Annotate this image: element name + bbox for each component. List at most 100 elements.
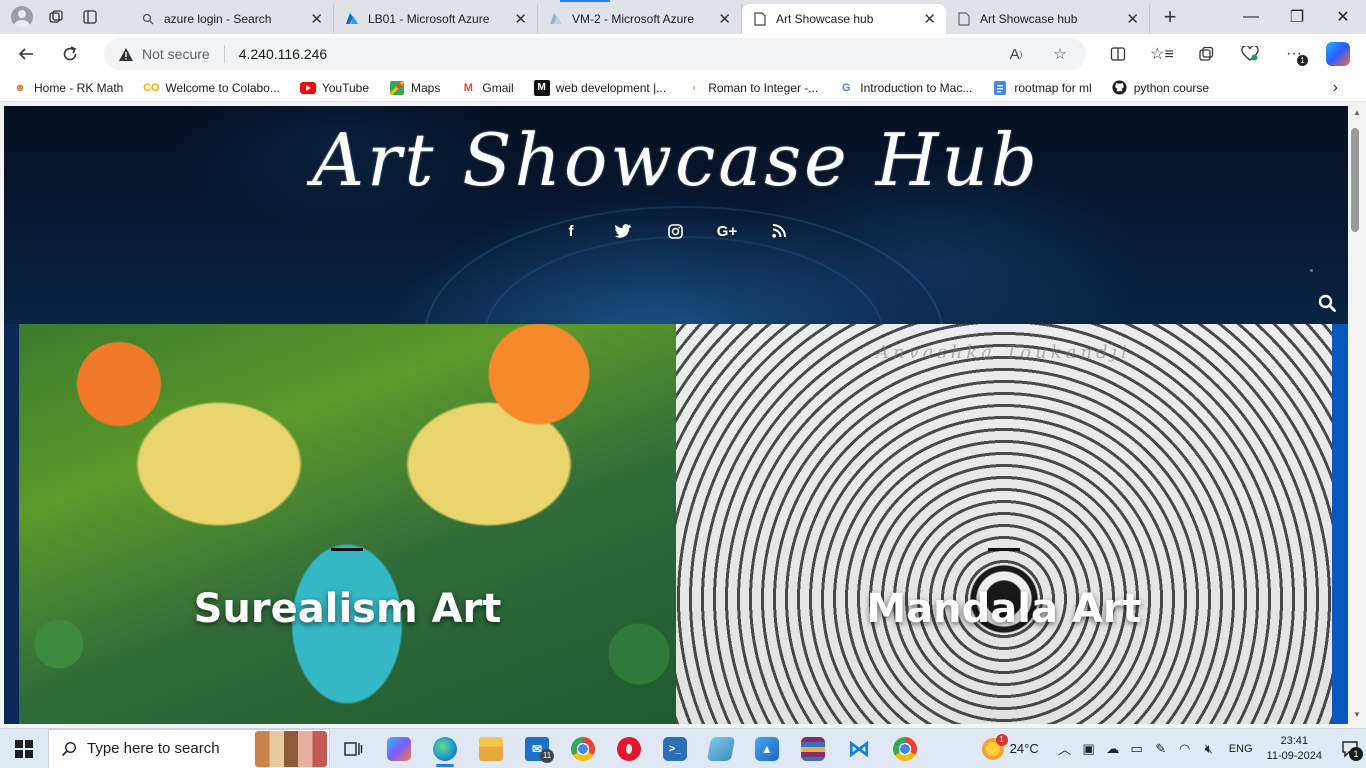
card-surealism-art[interactable]: Surealism Art [19,324,676,724]
bookmark-python-course[interactable]: python course [1112,80,1209,96]
minimize-button[interactable]: — [1228,0,1274,34]
search-highlight-image[interactable] [255,730,327,767]
close-window-button[interactable]: ✕ [1320,0,1366,34]
bookmark-label: rootmap for ml [1014,80,1092,95]
card-mandala-art[interactable]: Anvashka Toukandji Mandala Art [676,324,1332,724]
start-button[interactable] [0,729,48,768]
url-text[interactable]: 4.240.116.246 [239,46,984,62]
google-plus-icon[interactable]: G+ [716,220,738,242]
favorite-star-icon[interactable]: ☆ [1048,42,1072,66]
taskbar-search[interactable]: Type here to search [48,728,330,768]
bookmarks-overflow-chevron-icon[interactable]: › [1333,79,1338,97]
bookmark-introduction-to-ml[interactable]: G Introduction to Mac... [838,80,972,96]
collections-button[interactable] [1186,38,1226,70]
tab-title: Art Showcase hub [776,12,874,26]
bookmark-youtube[interactable]: YouTube [299,80,369,96]
tab-azure-login-search[interactable]: azure login - Search ✕ [130,4,334,34]
task-view-button[interactable] [330,729,376,768]
weather-widget[interactable]: 1 24°C [981,733,1039,760]
tab-strip-left-controls [0,3,130,31]
clock[interactable]: 23:41 11-09-2024 [1267,734,1322,764]
twitter-icon[interactable] [612,220,634,242]
site-title[interactable]: Art Showcase Hub [4,118,1348,202]
scroll-up-arrow-icon[interactable]: ▲ [1352,108,1362,118]
new-tab-button[interactable]: + [1150,4,1190,30]
weather-alert-badge: 1 [995,733,1008,746]
tab-art-showcase-hub[interactable]: Art Showcase hub ✕ [946,4,1150,34]
taskbar-file-explorer[interactable] [468,729,514,768]
refresh-button[interactable] [52,38,88,70]
bookmark-label: Roman to Integer -... [708,80,819,95]
page-icon [752,11,768,27]
favorites-button[interactable]: ☆≡ [1142,38,1182,70]
page-scrollbar[interactable]: ▲ ▼ [1348,106,1366,724]
read-aloud-icon[interactable]: A) [1004,42,1028,66]
rss-icon[interactable] [768,220,790,242]
photos-icon: ▲ [755,736,779,761]
warning-icon[interactable] [118,46,134,62]
security-status[interactable]: Not secure [142,46,210,62]
card-title[interactable]: Surealism Art [19,586,676,632]
address-bar[interactable]: Not secure 4.240.116.246 A) ☆ [104,38,1086,70]
show-hidden-icons-chevron-icon[interactable]: ︿ [1053,729,1077,768]
close-tab-icon[interactable]: ✕ [718,10,731,28]
site-header: Art Showcase Hub f G+ [4,106,1348,466]
taskbar-photos[interactable]: ▲ [744,729,790,768]
bookmark-colab[interactable]: CO Welcome to Colabo... [143,80,280,96]
scroll-down-arrow-icon[interactable]: ▼ [1352,710,1362,720]
restore-button[interactable]: ❐ [1274,0,1320,34]
card-title[interactable]: Mandala Art [676,586,1332,632]
onedrive-cloud-icon[interactable]: ☁ [1101,729,1125,768]
settings-more-button[interactable]: ··· 1 [1274,38,1314,70]
bookmark-web-development[interactable]: Mweb development |... [533,79,666,96]
bookmark-rootmap-for-ml[interactable]: rootmap for ml [992,80,1092,96]
taskbar-edge[interactable] [422,729,468,768]
bookmark-maps[interactable]: Maps [389,80,440,96]
tab-lb01-azure[interactable]: LB01 - Microsoft Azure ✕ [334,4,538,34]
taskbar-mail[interactable]: ✉ 11 [514,729,560,768]
azure-icon [548,11,564,27]
copilot-button[interactable] [1318,38,1358,70]
maps-icon [389,80,405,96]
page-viewport: Art Showcase Hub f G+ Surealism Art Anva… [4,106,1348,724]
browser-tools: ☆≡ ··· 1 [1098,38,1358,70]
browser-essentials-button[interactable] [1230,38,1270,70]
ink-workspace-icon[interactable]: ✎ [1149,729,1173,768]
taskbar-powershell[interactable]: >_ [652,729,698,768]
workspaces-button[interactable] [42,3,70,31]
taskbar-chrome[interactable] [560,729,606,768]
meet-now-icon[interactable]: ▣ [1077,729,1101,768]
rk-math-icon: ☻ [14,81,26,94]
close-tab-icon[interactable]: ✕ [310,10,323,28]
tab-vm2-azure[interactable]: VM-2 - Microsoft Azure ✕ [538,0,742,34]
notification-center-button[interactable]: 1 [1334,729,1366,768]
bookmark-gmail[interactable]: M Gmail [460,80,514,96]
close-tab-icon[interactable]: ✕ [1126,10,1139,28]
taskbar-storage-explorer[interactable] [698,729,744,768]
bookmark-roman-to-integer[interactable]: ‹ Roman to Integer -... [686,80,818,96]
tab-art-showcase-hub-active[interactable]: Art Showcase hub ✕ [742,4,946,34]
scrollbar-thumb[interactable] [1351,128,1359,232]
taskbar-copilot[interactable] [376,729,422,768]
taskbar-chrome-profile[interactable] [882,729,928,768]
display-icon[interactable]: ▭ [1125,729,1149,768]
bookmark-home-rk-math[interactable]: ☻ Home - RK Math [12,80,123,96]
close-tab-icon[interactable]: ✕ [514,10,527,28]
facebook-icon[interactable]: f [560,220,582,242]
wifi-icon[interactable]: ◠ [1173,729,1197,768]
site-search-button[interactable] [1318,294,1338,314]
volume-muted-icon[interactable]: 🔇︎ [1197,729,1221,768]
taskbar-vscode[interactable]: ⋈ [836,729,882,768]
vertical-tabs-button[interactable] [76,3,104,31]
close-tab-icon[interactable]: ✕ [923,10,936,28]
separator [223,45,225,63]
card-divider [331,548,363,551]
weather-temperature: 24°C [1009,741,1039,756]
taskbar-winrar[interactable] [790,729,836,768]
profile-button[interactable] [8,3,36,31]
input-language[interactable]: ENG [1229,743,1253,755]
back-button[interactable] [8,38,44,70]
instagram-icon[interactable] [664,220,686,242]
split-screen-button[interactable] [1098,38,1138,70]
taskbar-opera[interactable] [606,729,652,768]
